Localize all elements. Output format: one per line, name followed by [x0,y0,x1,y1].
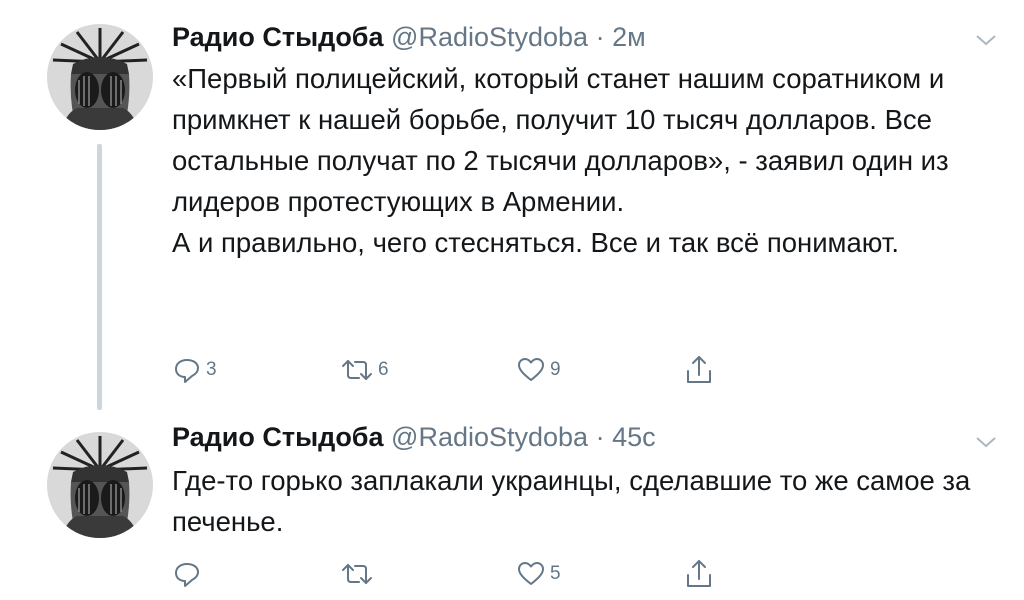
tweet-header: Радио Стыдоба @RadioStydoba · 45с [172,417,656,457]
share-button[interactable] [684,352,714,388]
author-name[interactable]: Радио Стыдоба [172,22,384,52]
heart-icon [516,559,546,589]
heart-icon [516,355,546,385]
timestamp[interactable]: 45с [612,422,656,452]
separator-dot: · [595,422,605,452]
tweet-actions: 3 6 9 [172,352,732,388]
reply-icon [172,559,202,589]
reply-count: 3 [206,359,217,380]
retweet-icon [340,559,374,589]
retweet-button[interactable] [340,556,378,592]
author-handle[interactable]: @RadioStydoba [391,422,588,452]
share-button[interactable] [684,556,714,592]
author-name[interactable]: Радио Стыдоба [172,422,384,452]
tweet-text: Где-то горько заплакали украинцы, сделав… [172,460,972,542]
author-handle[interactable]: @RadioStydoba [391,22,588,52]
tweet-text-paragraph: А и правильно, чего стесняться. Все и та… [172,227,899,258]
tweet-header: Радио Стыдоба @RadioStydoba · 2м [172,17,646,57]
tweet-text-paragraph: Где-то горько заплакали украинцы, сделав… [172,465,971,537]
tweet[interactable]: Радио Стыдоба @RadioStydoba · 2м «Первый… [0,0,1024,410]
share-icon [684,354,714,386]
tweet-text: «Первый полицейский, который станет наши… [172,58,972,263]
retweet-button[interactable]: 6 [340,352,389,388]
share-icon [684,558,714,590]
like-button[interactable]: 5 [516,556,561,592]
chevron-down-icon[interactable] [972,432,1000,452]
avatar[interactable] [47,24,153,130]
tweet-actions: 5 [172,556,732,592]
retweet-count: 6 [378,359,389,380]
retweet-icon [340,355,374,385]
like-count: 5 [550,563,561,584]
tweet-text-paragraph: «Первый полицейский, который станет наши… [172,63,949,217]
like-button[interactable]: 9 [516,352,561,388]
reply-button[interactable] [172,556,206,592]
reply-icon [172,355,202,385]
chevron-down-icon[interactable] [972,30,1000,50]
separator-dot: · [595,22,605,52]
avatar[interactable] [47,432,153,538]
timestamp[interactable]: 2м [612,22,646,52]
reply-button[interactable]: 3 [172,352,217,388]
tweet[interactable]: Радио Стыдоба @RadioStydoba · 45с Где-то… [0,410,1024,600]
like-count: 9 [550,359,561,380]
thread-line [97,144,102,410]
